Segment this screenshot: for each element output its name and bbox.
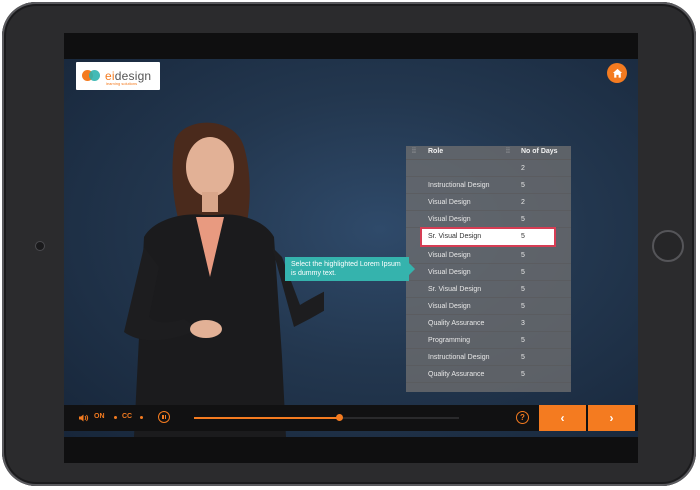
table-row[interactable]: Visual Design 5 <box>406 298 571 315</box>
table-row[interactable]: Visual Design 5 <box>406 247 571 264</box>
eidesign-logo: eidesign learning solutions <box>76 62 160 90</box>
table-row[interactable]: Visual Design 2 <box>406 194 571 211</box>
instruction-callout: Select the highlighted Lorem Ipsum is du… <box>285 257 409 281</box>
course-player: eidesign learning solutions ⁞⁞ Role ⁞⁞ N… <box>64 33 638 463</box>
column-resize-handle[interactable]: ⁞⁞ <box>506 148 510 156</box>
player-control-bar: ON CC ? ‹ › <box>64 405 638 431</box>
progress-thumb[interactable] <box>336 414 344 421</box>
chevron-right-icon: › <box>609 411 614 425</box>
logo-mark-icon <box>82 69 102 83</box>
progress-fill <box>194 417 340 419</box>
help-icon[interactable]: ? <box>516 411 529 424</box>
table-row[interactable]: Quality Assurance 3 <box>406 315 571 332</box>
table-row[interactable]: Visual Design 5 <box>406 264 571 281</box>
video-stage: eidesign learning solutions ⁞⁞ Role ⁞⁞ N… <box>64 59 638 437</box>
next-button[interactable]: › <box>588 405 635 431</box>
separator-dot <box>140 416 143 419</box>
role-days-table: ⁞⁞ Role ⁞⁞ No of Days 2 Instructional De… <box>406 146 571 392</box>
table-row[interactable]: Visual Design 5 <box>406 211 571 228</box>
header-no-of-days: No of Days <box>521 148 558 155</box>
camera-icon <box>35 241 45 251</box>
table-row[interactable]: Instructional Design 5 <box>406 349 571 366</box>
callout-pointer <box>409 263 415 275</box>
separator-dot <box>114 416 117 419</box>
table-row[interactable]: Sr. Visual Design 5 <box>406 281 571 298</box>
pause-icon[interactable] <box>158 411 170 423</box>
chevron-left-icon: ‹ <box>560 411 565 425</box>
home-icon <box>612 68 622 78</box>
volume-icon[interactable] <box>79 414 89 422</box>
tablet-frame: eidesign learning solutions ⁞⁞ Role ⁞⁞ N… <box>2 2 696 486</box>
home-button[interactable] <box>607 63 627 83</box>
column-resize-handle[interactable]: ⁞⁞ <box>412 148 416 156</box>
header-role: Role <box>428 148 444 155</box>
table-row[interactable]: Quality Assurance 5 <box>406 366 571 383</box>
table-row[interactable]: Programming 5 <box>406 332 571 349</box>
table-row[interactable]: Instructional Design 5 <box>406 177 571 194</box>
table-row[interactable]: 2 <box>406 160 571 177</box>
audio-toggle[interactable]: ON <box>94 413 105 420</box>
previous-button[interactable]: ‹ <box>539 405 586 431</box>
logo-tagline: learning solutions <box>106 81 138 86</box>
progress-track[interactable] <box>194 414 459 421</box>
table-row-highlighted[interactable]: Sr. Visual Design 5 <box>420 227 556 247</box>
hardware-home-button[interactable] <box>652 230 684 262</box>
closed-captions-toggle[interactable]: CC <box>122 413 132 420</box>
